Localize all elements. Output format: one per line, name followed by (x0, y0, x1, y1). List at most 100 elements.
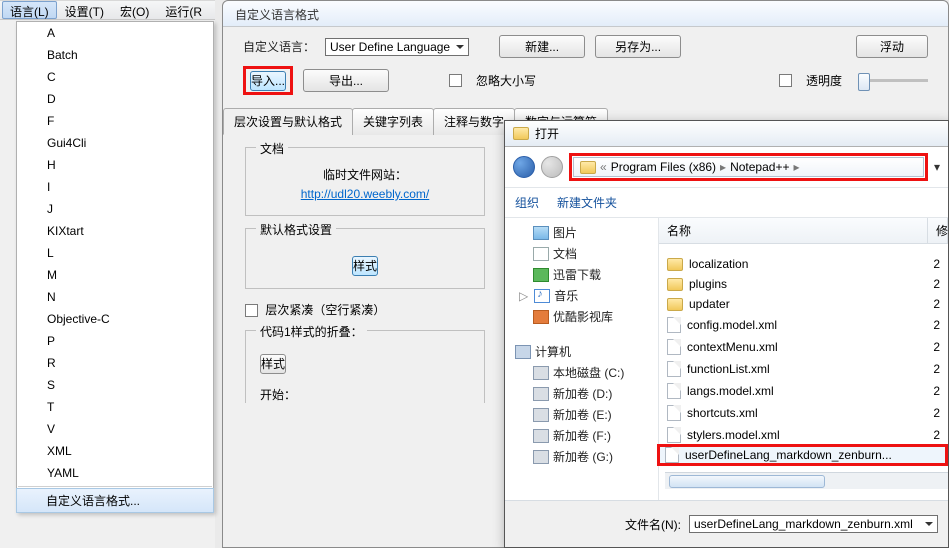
tree-drive-f[interactable]: 新加卷 (F:) (507, 425, 656, 446)
menu-macro[interactable]: 宏(O) (112, 1, 157, 19)
lang-item[interactable]: R (17, 352, 213, 374)
lang-item[interactable]: C (17, 66, 213, 88)
tree-music[interactable]: ▷音乐 (507, 285, 656, 306)
file-row[interactable]: functionList.xml2 (659, 358, 948, 380)
crumb-segment[interactable]: Notepad++ (730, 160, 789, 174)
lang-item[interactable]: Gui4Cli (17, 132, 213, 154)
menu-run[interactable]: 运行(R (157, 1, 210, 19)
tree-drive-d[interactable]: 新加卷 (D:) (507, 383, 656, 404)
udl-titlebar: 自定义语言格式 (223, 1, 948, 27)
lang-item[interactable]: A (17, 22, 213, 44)
music-icon (534, 289, 550, 303)
crumb-segment[interactable]: Program Files (x86) (611, 160, 716, 174)
folder-icon (513, 127, 529, 140)
style2-button[interactable]: 样式 (260, 354, 286, 374)
open-nav: « Program Files (x86) ▸ Notepad++ ▸ ▾ (505, 147, 948, 188)
file-row[interactable]: stylers.model.xml2 (659, 424, 948, 446)
xml-icon (665, 447, 679, 463)
nav-back-icon[interactable] (513, 156, 535, 178)
lang-item[interactable]: H (17, 154, 213, 176)
lang-item[interactable]: KIXtart (17, 220, 213, 242)
col-modified[interactable]: 修 (928, 218, 948, 243)
lang-item[interactable]: N (17, 286, 213, 308)
float-button[interactable]: 浮动 (856, 35, 928, 58)
fold-label: 代码1样式的折叠： (256, 323, 367, 340)
lang-item[interactable]: P (17, 330, 213, 352)
xml-icon (667, 383, 681, 399)
scroll-thumb[interactable] (669, 475, 825, 488)
lang-item[interactable]: M (17, 264, 213, 286)
style-button[interactable]: 样式 (352, 256, 378, 276)
nav-forward-icon[interactable] (541, 156, 563, 178)
col-name[interactable]: 名称 (659, 218, 928, 243)
lang-item[interactable]: XML (17, 440, 213, 462)
new-button[interactable]: 新建... (499, 35, 585, 58)
newfolder-button[interactable]: 新建文件夹 (557, 194, 617, 211)
drive-icon (533, 366, 549, 380)
saveas-button[interactable]: 另存为... (595, 35, 681, 58)
compact-checkbox[interactable] (245, 304, 258, 317)
lang-item[interactable]: F (17, 110, 213, 132)
refresh-dropdown[interactable]: ▾ (934, 160, 940, 174)
tree-drive-c[interactable]: 本地磁盘 (C:) (507, 362, 656, 383)
breadcrumb[interactable]: « Program Files (x86) ▸ Notepad++ ▸ (573, 157, 924, 177)
drive-icon (533, 429, 549, 443)
chevron-icon: ▸ (720, 160, 726, 174)
ignore-case-checkbox[interactable] (449, 74, 462, 87)
chevron-icon: « (600, 160, 607, 174)
tree-documents[interactable]: 文档 (507, 243, 656, 264)
transparent-checkbox[interactable] (779, 74, 792, 87)
lang-item[interactable]: D (17, 88, 213, 110)
file-row[interactable]: contextMenu.xml2 (659, 336, 948, 358)
expand-icon[interactable]: ▷ (519, 289, 528, 303)
tree-xunlei[interactable]: 迅雷下载 (507, 264, 656, 285)
horizontal-scrollbar[interactable] (665, 472, 948, 489)
lang-item[interactable]: V (17, 418, 213, 440)
file-row[interactable]: shortcuts.xml2 (659, 402, 948, 424)
lang-item[interactable]: Batch (17, 44, 213, 66)
lang-item[interactable]: YAML (17, 462, 213, 484)
tree-video[interactable]: 优酷影视库 (507, 306, 656, 327)
video-icon (533, 310, 549, 324)
transparent-slider[interactable] (858, 79, 928, 82)
start-label: 开始： (260, 386, 470, 403)
filename-row: 文件名(N): userDefineLang_markdown_zenburn.… (505, 500, 948, 547)
tree-pictures[interactable]: 图片 (507, 222, 656, 243)
import-button[interactable]: 导入... (250, 71, 286, 91)
tree-computer[interactable]: 计算机 (507, 341, 656, 362)
transparent-label: 透明度 (806, 72, 842, 89)
file-row[interactable]: plugins2 (659, 274, 948, 294)
tab-comments[interactable]: 注释与数字 (433, 108, 515, 135)
tree-drive-g[interactable]: 新加卷 (G:) (507, 446, 656, 467)
file-row[interactable]: localization2 (659, 254, 948, 274)
filename-input[interactable]: userDefineLang_markdown_zenburn.xml (689, 515, 938, 533)
compact-label: 层次紧凑（空行紧凑） (265, 303, 385, 317)
lang-item[interactable]: J (17, 198, 213, 220)
lang-item[interactable]: Objective-C (17, 308, 213, 330)
file-row[interactable]: config.model.xml2 (659, 314, 948, 336)
organize-button[interactable]: 组织 (515, 194, 539, 211)
open-subbar: 组织 新建文件夹 (505, 188, 948, 218)
lang-item[interactable]: T (17, 396, 213, 418)
menu-settings[interactable]: 设置(T) (57, 1, 112, 19)
file-row-selected[interactable]: userDefineLang_markdown_zenburn... (657, 444, 948, 466)
lang-item[interactable]: L (17, 242, 213, 264)
export-button[interactable]: 导出... (303, 69, 389, 92)
tree-drive-e[interactable]: 新加卷 (E:) (507, 404, 656, 425)
lang-item[interactable]: S (17, 374, 213, 396)
xml-icon (667, 405, 681, 421)
open-body: 图片 文档 迅雷下载 ▷音乐 优酷影视库 计算机 本地磁盘 (C:) 新加卷 (… (505, 218, 948, 514)
temp-site-label: 临时文件网站： (260, 166, 470, 183)
file-row[interactable]: langs.model.xml2 (659, 380, 948, 402)
tab-keywords[interactable]: 关键字列表 (352, 108, 434, 135)
file-row[interactable]: updater2 (659, 294, 948, 314)
lang-item-udl[interactable]: 自定义语言格式... (16, 488, 214, 513)
lang-combo[interactable]: User Define Language (325, 38, 469, 56)
lang-item[interactable]: I (17, 176, 213, 198)
xml-icon (667, 339, 681, 355)
tab-default[interactable]: 层次设置与默认格式 (223, 108, 353, 135)
menu-language[interactable]: 语言(L) (2, 1, 57, 19)
temp-url-link[interactable]: http://udl20.weebly.com/ (301, 187, 430, 201)
xml-icon (667, 427, 681, 443)
file-list: 名称 修 localization2 plugins2 updater2 con… (659, 218, 948, 514)
